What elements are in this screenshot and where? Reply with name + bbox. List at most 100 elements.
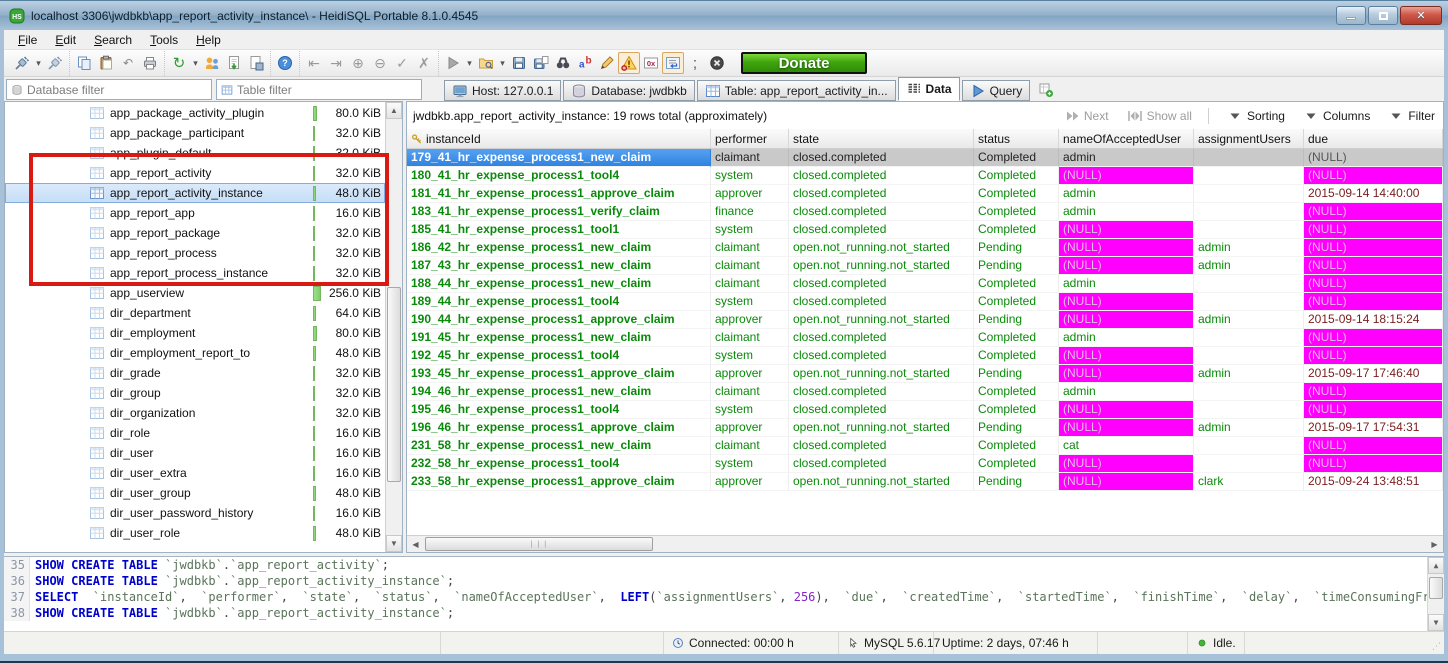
cancel-editing-icon[interactable]: ✗ — [413, 52, 435, 74]
delete-record-icon[interactable]: ⊖ — [369, 52, 391, 74]
grid-cell[interactable]: closed.completed — [789, 203, 974, 221]
save-sql-as-icon[interactable] — [530, 52, 552, 74]
dropdown-icon[interactable]: ▾ — [464, 52, 475, 74]
tab-host-127-0-0-1[interactable]: Host: 127.0.0.1 — [444, 80, 561, 101]
grid-scrollbar-thumb[interactable] — [425, 537, 653, 551]
grid-cell[interactable] — [1194, 437, 1304, 455]
copy-icon[interactable] — [73, 52, 95, 74]
grid-cell[interactable]: approver — [711, 419, 789, 437]
grid-cell[interactable]: system — [711, 167, 789, 185]
grid-cell[interactable]: (NULL) — [1304, 221, 1443, 239]
grid-cell[interactable]: (NULL) — [1304, 257, 1443, 275]
grid-cell[interactable] — [1194, 149, 1304, 167]
beautify-sql-icon[interactable] — [596, 52, 618, 74]
grid-cell[interactable]: admin — [1194, 311, 1304, 329]
new-query-tab-button[interactable] — [1038, 82, 1054, 98]
grid-cell[interactable]: (NULL) — [1304, 167, 1443, 185]
grid-cell[interactable]: 183_41_hr_expense_process1_verify_claim — [407, 203, 711, 221]
filter-button[interactable]: Filter — [1388, 108, 1435, 124]
grid-cell[interactable]: claimant — [711, 257, 789, 275]
grid-cell[interactable]: 191_45_hr_expense_process1_new_claim — [407, 329, 711, 347]
sql-log-line[interactable]: 36SHOW CREATE TABLE `jwdbkb`.`app_report… — [4, 573, 1444, 589]
grid-cell[interactable]: Completed — [974, 455, 1059, 473]
grid-cell[interactable]: finance — [711, 203, 789, 221]
sql-scrollbar-thumb[interactable] — [1429, 577, 1443, 599]
grid-cell[interactable]: 2015-09-24 13:48:51 — [1304, 473, 1443, 491]
grid-row[interactable]: 190_44_hr_expense_process1_approve_claim… — [407, 311, 1443, 329]
sorting-button[interactable]: Sorting — [1227, 108, 1285, 124]
post-changes-icon[interactable]: ✓ — [391, 52, 413, 74]
table-list-item[interactable]: dir_department64.0 KiB — [5, 303, 385, 323]
grid-cell[interactable]: 2015-09-17 17:46:40 — [1304, 365, 1443, 383]
grid-cell[interactable]: closed.completed — [789, 401, 974, 419]
grid-cell[interactable]: Pending — [974, 473, 1059, 491]
sql-log-line[interactable]: 35SHOW CREATE TABLE `jwdbkb`.`app_report… — [4, 557, 1444, 573]
table-list-item[interactable]: dir_role16.0 KiB — [5, 423, 385, 443]
grid-cell[interactable]: 180_41_hr_expense_process1_tool4 — [407, 167, 711, 185]
grid-cell[interactable]: (NULL) — [1059, 239, 1194, 257]
grid-cell[interactable]: closed.completed — [789, 383, 974, 401]
refresh-icon[interactable]: ↻ — [168, 52, 190, 74]
grid-cell[interactable]: open.not_running.not_started — [789, 365, 974, 383]
table-filter-input[interactable]: Table filter — [216, 79, 422, 100]
sql-log-panel[interactable]: 35SHOW CREATE TABLE `jwdbkb`.`app_report… — [4, 556, 1444, 631]
load-sql-file-icon[interactable] — [475, 52, 497, 74]
grid-cell[interactable] — [1194, 167, 1304, 185]
grid-row[interactable]: 233_58_hr_expense_process1_approve_claim… — [407, 473, 1443, 491]
grid-cell[interactable]: Pending — [974, 257, 1059, 275]
column-header-performer[interactable]: performer — [711, 129, 789, 148]
grid-cell[interactable]: (NULL) — [1059, 221, 1194, 239]
tab-data[interactable]: Data — [898, 77, 960, 101]
stop-execution-icon[interactable] — [706, 52, 728, 74]
grid-cell[interactable]: Completed — [974, 347, 1059, 365]
grid-cell[interactable]: 190_44_hr_expense_process1_approve_claim — [407, 311, 711, 329]
grid-cell[interactable] — [1194, 275, 1304, 293]
table-list-item[interactable]: dir_grade32.0 KiB — [5, 363, 385, 383]
grid-cell[interactable]: admin — [1059, 329, 1194, 347]
table-list-item[interactable]: dir_user_group48.0 KiB — [5, 483, 385, 503]
grid-cell[interactable]: Completed — [974, 203, 1059, 221]
grid-cell[interactable]: approver — [711, 185, 789, 203]
tab-query[interactable]: Query — [962, 80, 1031, 101]
grid-cell[interactable]: Pending — [974, 365, 1059, 383]
database-filter-input[interactable]: Database filter — [6, 79, 212, 100]
grid-cell[interactable]: (NULL) — [1059, 455, 1194, 473]
resize-grip[interactable]: ⋰ — [1432, 641, 1442, 652]
table-list-item[interactable]: app_package_activity_plugin80.0 KiB — [5, 103, 385, 123]
grid-cell[interactable]: Pending — [974, 311, 1059, 329]
paste-icon[interactable] — [95, 52, 117, 74]
grid-row[interactable]: 191_45_hr_expense_process1_new_claimclai… — [407, 329, 1443, 347]
menu-item-file[interactable]: File — [10, 31, 45, 49]
grid-cell[interactable]: approver — [711, 473, 789, 491]
grid-cell[interactable] — [1194, 401, 1304, 419]
grid-cell[interactable]: admin — [1059, 185, 1194, 203]
grid-cell[interactable]: (NULL) — [1059, 401, 1194, 419]
grid-cell[interactable]: (NULL) — [1059, 365, 1194, 383]
menu-item-search[interactable]: Search — [86, 31, 140, 49]
grid-cell[interactable]: admin — [1059, 203, 1194, 221]
column-header-nameOfAcceptedUser[interactable]: nameOfAcceptedUser — [1059, 129, 1194, 148]
grid-cell[interactable] — [1194, 329, 1304, 347]
menu-item-edit[interactable]: Edit — [47, 31, 84, 49]
grid-cell[interactable] — [1194, 203, 1304, 221]
dropdown-icon[interactable]: ▾ — [190, 52, 201, 74]
find-text-icon[interactable] — [552, 52, 574, 74]
grid-cell[interactable]: (NULL) — [1059, 419, 1194, 437]
sql-vertical-scrollbar[interactable]: ▲ ▼ — [1427, 557, 1444, 631]
table-list-item[interactable]: app_userview256.0 KiB — [5, 283, 385, 303]
table-list-item[interactable]: app_package_participant32.0 KiB — [5, 123, 385, 143]
table-list-item[interactable]: dir_user_password_history16.0 KiB — [5, 503, 385, 523]
grid-cell[interactable] — [1194, 455, 1304, 473]
grid-cell[interactable]: closed.completed — [789, 221, 974, 239]
grid-cell[interactable]: closed.completed — [789, 347, 974, 365]
grid-cell[interactable]: open.not_running.not_started — [789, 419, 974, 437]
grid-row[interactable]: 186_42_hr_expense_process1_new_claimclai… — [407, 239, 1443, 257]
grid-cell[interactable]: (NULL) — [1059, 293, 1194, 311]
grid-cell[interactable]: Completed — [974, 383, 1059, 401]
stop-on-errors-icon[interactable] — [618, 52, 640, 74]
grid-cell[interactable]: closed.completed — [789, 455, 974, 473]
table-list-item[interactable]: dir_user16.0 KiB — [5, 443, 385, 463]
grid-cell[interactable]: 185_41_hr_expense_process1_tool1 — [407, 221, 711, 239]
grid-cell[interactable]: claimant — [711, 275, 789, 293]
grid-row[interactable]: 180_41_hr_expense_process1_tool4systemcl… — [407, 167, 1443, 185]
